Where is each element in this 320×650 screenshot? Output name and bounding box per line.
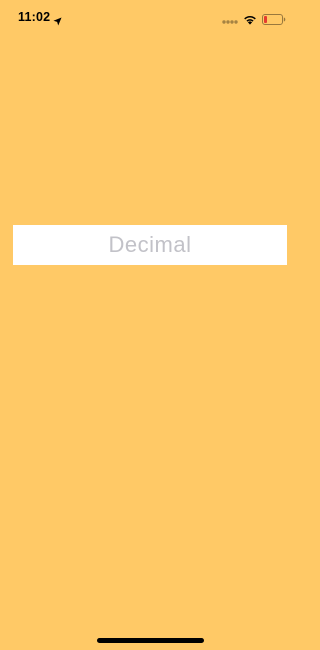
cellular-signal-icon: [222, 12, 238, 30]
decimal-input[interactable]: [13, 225, 287, 265]
battery-low-icon: [262, 12, 286, 30]
status-right-icons: [222, 12, 286, 30]
status-time-group: 11:02: [18, 10, 62, 26]
location-arrow-icon: [53, 13, 62, 26]
status-time: 11:02: [18, 10, 51, 24]
wifi-icon: [243, 12, 257, 30]
status-bar: 11:02: [0, 0, 300, 36]
home-indicator[interactable]: [97, 638, 204, 643]
